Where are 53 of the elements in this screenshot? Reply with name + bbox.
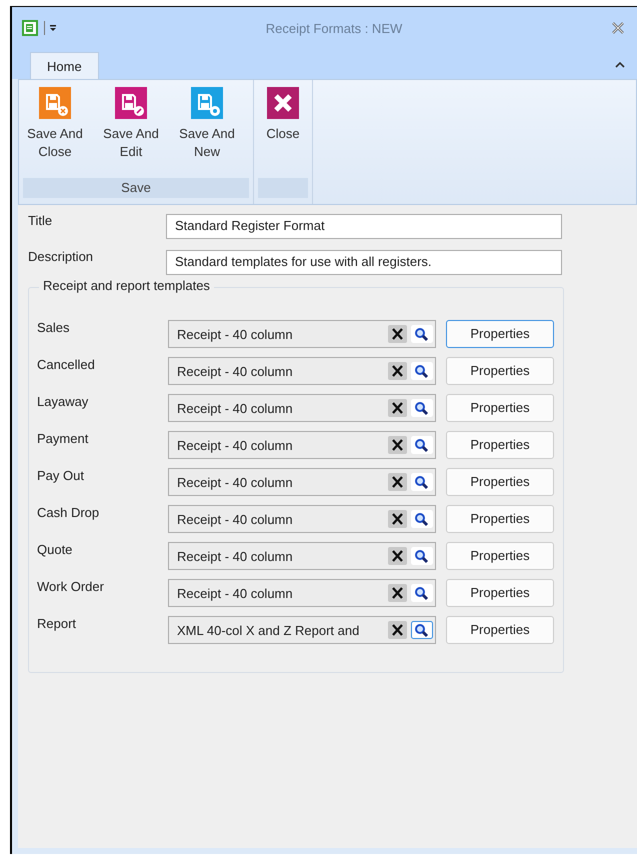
text-field[interactable]: Standard templates for use with all registers. (166, 250, 562, 275)
field-label: Description (28, 249, 94, 264)
template-label: Cash Drop (37, 505, 100, 520)
text-field[interactable]: Standard Register Format (166, 214, 562, 239)
ribbon-tab[interactable]: Home (30, 52, 99, 79)
properties-button[interactable]: Properties (446, 616, 554, 644)
ribbon-button[interactable]: Close (258, 84, 308, 178)
app-icon (22, 20, 38, 36)
clear-icon[interactable] (388, 473, 407, 491)
search-icon[interactable] (411, 621, 433, 639)
properties-button[interactable]: Properties (446, 431, 554, 459)
template-field[interactable]: Receipt - 40 column (168, 394, 436, 422)
clear-icon[interactable] (388, 436, 407, 454)
field-label: Title (28, 213, 54, 228)
template-label: Sales (37, 320, 71, 335)
clear-icon[interactable] (388, 547, 407, 565)
properties-button[interactable]: Properties (446, 468, 554, 496)
clear-icon[interactable] (388, 584, 407, 602)
template-field[interactable]: Receipt - 40 column (168, 579, 436, 607)
template-field[interactable]: Receipt - 40 column (168, 468, 436, 496)
template-label: Report (37, 616, 78, 631)
clear-icon[interactable] (388, 399, 407, 417)
clear-icon[interactable] (388, 325, 407, 343)
window-title: Receipt Formats : NEW (264, 20, 404, 36)
template-field[interactable]: Receipt - 40 column (168, 505, 436, 533)
properties-button[interactable]: Properties (446, 320, 554, 348)
template-field[interactable]: XML 40-col X and Z Report and (168, 616, 436, 644)
template-field[interactable]: Receipt - 40 column (168, 431, 436, 459)
properties-button[interactable]: Properties (446, 505, 554, 533)
template-label: Pay Out (37, 468, 85, 483)
template-label: Work Order (37, 579, 105, 594)
clear-icon[interactable] (388, 362, 407, 380)
template-label: Payment (37, 431, 90, 446)
properties-button[interactable]: Properties (446, 357, 554, 385)
close-icon[interactable] (611, 22, 625, 34)
ribbon-button[interactable]: Save And Close (23, 84, 87, 178)
ribbon-button[interactable]: Save And New (175, 84, 239, 178)
template-field[interactable]: Receipt - 40 column (168, 320, 436, 348)
properties-button[interactable]: Properties (446, 579, 554, 607)
template-field[interactable]: Receipt - 40 column (168, 357, 436, 385)
template-label: Cancelled (37, 357, 96, 372)
group-title: Receipt and report templates (39, 278, 214, 293)
properties-button[interactable]: Properties (446, 394, 554, 422)
group-label: Save (23, 178, 249, 198)
template-field[interactable]: Receipt - 40 column (168, 542, 436, 570)
template-label: Layaway (37, 394, 90, 409)
customize-dropdown-icon[interactable] (49, 23, 57, 33)
clear-icon[interactable] (388, 510, 407, 528)
template-label: Quote (37, 542, 74, 557)
clear-icon[interactable] (388, 621, 407, 639)
ribbon-button[interactable]: Save And Edit (99, 84, 163, 178)
properties-button[interactable]: Properties (446, 542, 554, 570)
collapse-ribbon-icon[interactable] (615, 61, 625, 69)
